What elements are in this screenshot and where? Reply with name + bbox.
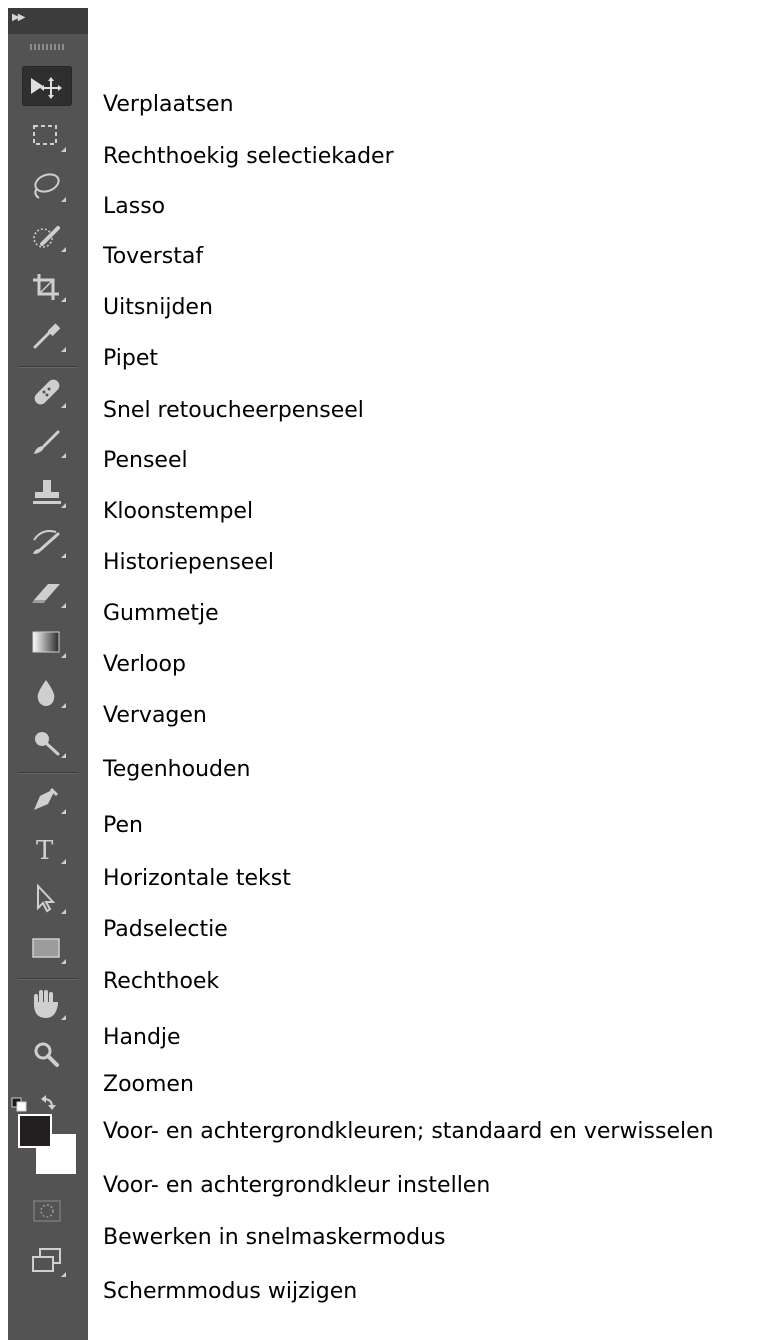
more-tools-indicator: [61, 453, 66, 458]
separator: [18, 772, 78, 774]
history-brush-tool[interactable]: [22, 522, 72, 562]
expand-panel-icon[interactable]: ▶▶: [12, 12, 25, 23]
tools-panel: ▶▶ T: [8, 8, 88, 1340]
label-snel-retoucheerpenseel: Snel retoucheerpenseel: [103, 398, 364, 423]
more-tools-indicator: [61, 753, 66, 758]
label-padselectie: Padselectie: [103, 917, 228, 942]
more-tools-indicator: [61, 503, 66, 508]
label-gummetje: Gummetje: [103, 601, 219, 626]
more-tools-indicator: [61, 859, 66, 864]
label-penseel: Penseel: [103, 448, 188, 473]
more-tools-indicator: [61, 909, 66, 914]
gradient-tool[interactable]: [22, 622, 72, 662]
separator: [18, 366, 78, 368]
label-verplaatsen: Verplaatsen: [103, 92, 234, 117]
label-vervagen: Vervagen: [103, 703, 207, 728]
healing-brush-tool[interactable]: [22, 372, 72, 412]
label-rechthoek: Rechthoek: [103, 969, 220, 994]
label-pipet: Pipet: [103, 346, 159, 371]
more-tools-indicator: [61, 703, 66, 708]
label-verloop: Verloop: [103, 652, 186, 677]
more-tools-indicator: [61, 959, 66, 964]
label-lasso: Lasso: [103, 194, 166, 219]
eraser-tool[interactable]: [22, 572, 72, 612]
label-snelmaskermodus: Bewerken in snelmaskermodus: [103, 1225, 446, 1250]
more-tools-indicator: [61, 147, 66, 152]
label-kleur-instellen: Voor- en achtergrondkleur instellen: [103, 1173, 491, 1198]
foreground-color-swatch[interactable]: [18, 1114, 52, 1148]
more-tools-indicator: [61, 297, 66, 302]
screen-mode-button[interactable]: [22, 1241, 72, 1281]
panel-header[interactable]: ▶▶: [8, 8, 88, 34]
more-tools-indicator: [61, 197, 66, 202]
label-zoomen: Zoomen: [103, 1072, 194, 1097]
quick-mask-button[interactable]: [22, 1191, 72, 1231]
more-tools-indicator: [61, 653, 66, 658]
more-tools-indicator: [61, 809, 66, 814]
more-tools-indicator: [61, 247, 66, 252]
separator: [18, 978, 78, 980]
panel-grip[interactable]: [30, 44, 64, 50]
label-schermmodus: Schermmodus wijzigen: [103, 1279, 358, 1304]
label-rechthoekig-selectiekader: Rechthoekig selectiekader: [103, 144, 394, 169]
more-tools-indicator: [61, 347, 66, 352]
hand-tool[interactable]: [22, 984, 72, 1024]
more-tools-indicator: [61, 603, 66, 608]
label-pen: Pen: [103, 813, 143, 838]
label-tegenhouden: Tegenhouden: [103, 757, 251, 782]
label-horizontale-tekst: Horizontale tekst: [103, 866, 291, 891]
pen-tool[interactable]: [22, 778, 72, 818]
more-tools-indicator: [61, 1272, 66, 1277]
rectangular-marquee-tool[interactable]: [22, 116, 72, 156]
horizontal-type-tool[interactable]: T: [22, 828, 72, 868]
label-toverstaf: Toverstaf: [103, 244, 204, 269]
zoom-tool[interactable]: [22, 1034, 72, 1074]
lasso-tool[interactable]: [22, 166, 72, 206]
move-tool[interactable]: [22, 66, 72, 106]
more-tools-indicator: [61, 1015, 66, 1020]
eyedropper-tool[interactable]: [22, 316, 72, 356]
label-kloonstempel: Kloonstempel: [103, 499, 254, 524]
zoom-icon: [34, 1042, 59, 1067]
label-handje: Handje: [103, 1025, 181, 1050]
brush-tool[interactable]: [22, 422, 72, 462]
dodge-tool[interactable]: [22, 722, 72, 762]
clone-stamp-tool[interactable]: [22, 472, 72, 512]
rectangle-tool[interactable]: [22, 928, 72, 968]
label-kleuren-standaard-verwisselen: Voor- en achtergrondkleuren; standaard e…: [103, 1119, 714, 1144]
magic-wand-tool[interactable]: [22, 216, 72, 256]
more-tools-indicator: [61, 553, 66, 558]
label-uitsnijden: Uitsnijden: [103, 295, 213, 320]
label-historiepenseel: Historiepenseel: [103, 550, 274, 575]
crop-tool[interactable]: [22, 266, 72, 306]
more-tools-indicator: [61, 403, 66, 408]
svg-text:T: T: [36, 836, 54, 866]
blur-tool[interactable]: [22, 672, 72, 712]
move-icon: [31, 77, 62, 99]
path-selection-tool[interactable]: [22, 878, 72, 918]
quick-mask-icon: [33, 1200, 61, 1222]
